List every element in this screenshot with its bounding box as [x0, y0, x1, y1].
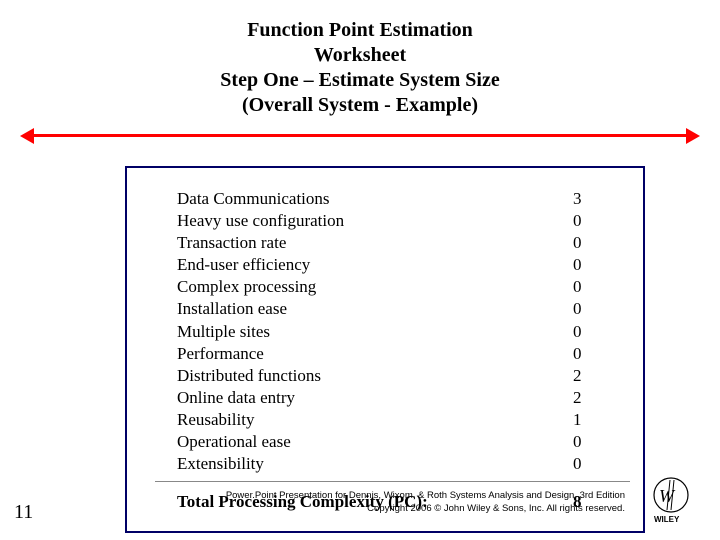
title-line-2: Worksheet — [0, 43, 720, 68]
row-value: 1 — [573, 409, 593, 431]
wiley-logo-icon: W WILEY — [646, 474, 696, 524]
divider-arrow — [20, 126, 700, 146]
row-value: 0 — [573, 232, 593, 254]
title-line-1: Function Point Estimation — [0, 18, 720, 43]
table-row: Reusability1 — [177, 409, 593, 431]
complexity-table: Data Communications3Heavy use configurat… — [125, 166, 645, 533]
row-value: 2 — [573, 365, 593, 387]
arrow-right-icon — [686, 128, 700, 144]
table-row: Installation ease0 — [177, 298, 593, 320]
slide-number: 11 — [14, 501, 33, 524]
slide-title: Function Point Estimation Worksheet Step… — [0, 0, 720, 118]
svg-text:WILEY: WILEY — [654, 515, 680, 524]
row-value: 0 — [573, 431, 593, 453]
row-label: Extensibility — [177, 453, 573, 475]
row-value: 0 — [573, 321, 593, 343]
row-value: 2 — [573, 387, 593, 409]
row-label: Transaction rate — [177, 232, 573, 254]
table-row: Extensibility0 — [177, 453, 593, 475]
table-row: Transaction rate0 — [177, 232, 593, 254]
row-value: 0 — [573, 276, 593, 298]
table-row: Complex processing0 — [177, 276, 593, 298]
row-label: Complex processing — [177, 276, 573, 298]
row-value: 0 — [573, 298, 593, 320]
table-row: Data Communications3 — [177, 188, 593, 210]
row-label: Multiple sites — [177, 321, 573, 343]
title-line-3: Step One – Estimate System Size — [0, 68, 720, 93]
table-row: Distributed functions2 — [177, 365, 593, 387]
row-label: End-user efficiency — [177, 254, 573, 276]
row-value: 0 — [573, 254, 593, 276]
row-value: 0 — [573, 210, 593, 232]
row-value: 3 — [573, 188, 593, 210]
row-label: Data Communications — [177, 188, 573, 210]
row-label: Performance — [177, 343, 573, 365]
row-label: Distributed functions — [177, 365, 573, 387]
row-value: 0 — [573, 343, 593, 365]
footer-rule — [155, 481, 630, 482]
arrow-line-icon — [30, 134, 690, 137]
footer-credits: Power.Point Presentation for Dennis, Wix… — [0, 490, 625, 516]
row-label: Installation ease — [177, 298, 573, 320]
table-row: Performance0 — [177, 343, 593, 365]
table-row: Operational ease0 — [177, 431, 593, 453]
table-row: Online data entry2 — [177, 387, 593, 409]
row-label: Reusability — [177, 409, 573, 431]
table-row: Multiple sites0 — [177, 321, 593, 343]
row-value: 0 — [573, 453, 593, 475]
row-label: Online data entry — [177, 387, 573, 409]
row-label: Heavy use configuration — [177, 210, 573, 232]
footer-line-1: Power.Point Presentation for Dennis, Wix… — [0, 490, 625, 503]
table-row: Heavy use configuration0 — [177, 210, 593, 232]
row-label: Operational ease — [177, 431, 573, 453]
table-row: End-user efficiency0 — [177, 254, 593, 276]
title-line-4: (Overall System - Example) — [0, 93, 720, 118]
footer-line-2: Copyright 2006 © John Wiley & Sons, Inc.… — [0, 503, 625, 516]
